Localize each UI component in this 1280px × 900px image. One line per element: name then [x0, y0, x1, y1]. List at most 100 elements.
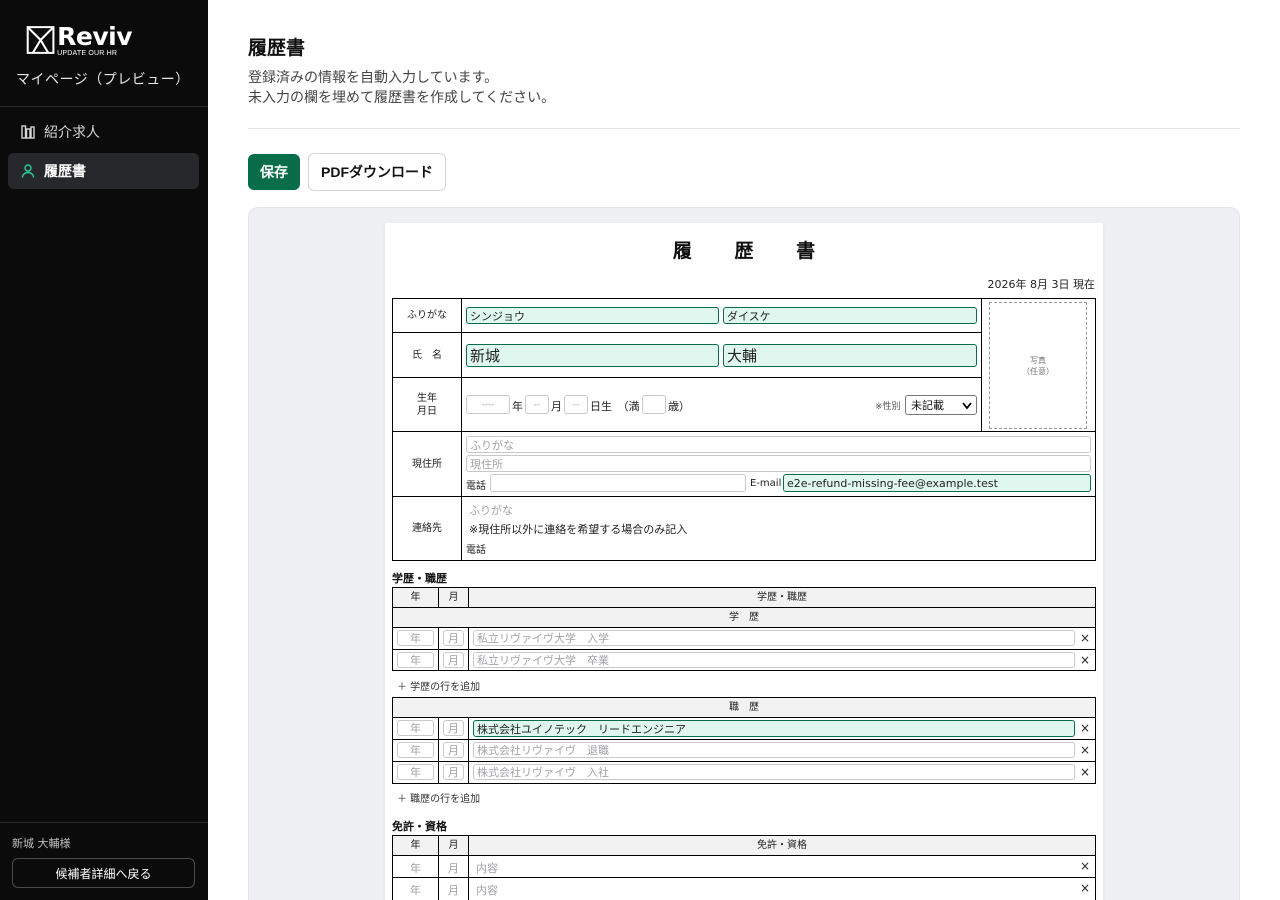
table-divider: [438, 717, 439, 784]
work-year-input[interactable]: 年: [397, 764, 434, 780]
work-content-input[interactable]: 株式会社ユイノテック リードエンジニア: [473, 720, 1075, 737]
birth-day-input[interactable]: --: [564, 395, 588, 414]
pdf-download-button[interactable]: PDFダウンロード: [308, 153, 446, 191]
birth-year-input[interactable]: ----: [466, 395, 510, 414]
furigana-last-input[interactable]: シンジョウ: [466, 307, 719, 324]
age-unit: 歳）: [668, 400, 690, 413]
work-year-input[interactable]: 年: [397, 720, 434, 736]
save-button[interactable]: 保存: [248, 154, 300, 190]
col-month: 月: [448, 592, 459, 603]
work-month-input[interactable]: 月: [443, 742, 464, 758]
user-name: 新城 大輔様: [12, 837, 71, 850]
table-divider: [392, 431, 1096, 432]
email-label: E-mail: [750, 478, 782, 489]
phone-input[interactable]: [490, 474, 746, 492]
work-month-input[interactable]: 月: [443, 764, 464, 780]
page-description: 登録済みの情報を自動入力しています。 未入力の欄を埋めて履歴書を作成してください…: [248, 68, 555, 108]
brand-tagline: UPDATE OUR HR: [57, 49, 118, 57]
back-to-candidate-button[interactable]: 候補者詳細へ戻る: [12, 858, 195, 888]
contact-furigana-input[interactable]: ふりがな: [469, 502, 513, 518]
table-divider: [392, 877, 1096, 878]
furigana-label: ふりがな: [407, 310, 447, 321]
work-content-input[interactable]: 株式会社リヴァイヴ 退職: [473, 742, 1075, 758]
table-divider: [981, 298, 982, 432]
remove-row-button[interactable]: ×: [1079, 743, 1091, 757]
remove-row-button[interactable]: ×: [1079, 859, 1091, 873]
brand-name: Reviv: [57, 21, 132, 51]
table-divider: [461, 298, 462, 561]
table-divider: [468, 627, 469, 671]
edu-content-input[interactable]: 私立リヴァイヴ大学 入学: [473, 630, 1075, 646]
license-content-input[interactable]: 内容: [476, 882, 498, 898]
photo-label: 写真: [1030, 355, 1046, 365]
table-divider: [392, 377, 982, 378]
edu-year-input[interactable]: 年: [397, 652, 434, 668]
license-month-input[interactable]: 月: [448, 860, 459, 876]
license-year-input[interactable]: 年: [410, 860, 421, 876]
name-label: 氏 名: [412, 349, 442, 361]
education-header: 学 歴: [729, 612, 759, 623]
gender-select[interactable]: 未記載: [905, 395, 977, 415]
license-month-input[interactable]: 月: [448, 882, 459, 898]
sidebar-title: マイページ（プレビュー）: [16, 72, 190, 88]
edu-month-input[interactable]: 月: [443, 652, 464, 668]
birth-month-unit: 月: [551, 400, 562, 413]
table-divider: [392, 717, 1096, 718]
work-content-input[interactable]: 株式会社リヴァイヴ 入社: [473, 764, 1075, 780]
phone-label: 電話: [466, 481, 486, 492]
add-work-row-button[interactable]: ＋ 職歴の行を追加: [397, 790, 480, 805]
edu-month-input[interactable]: 月: [443, 630, 464, 646]
remove-row-button[interactable]: ×: [1079, 881, 1091, 895]
remove-row-button[interactable]: ×: [1079, 765, 1091, 779]
furigana-first-input[interactable]: ダイスケ: [723, 307, 977, 324]
remove-row-button[interactable]: ×: [1079, 721, 1091, 735]
birth-month-input[interactable]: --: [525, 395, 549, 414]
license-year-input[interactable]: 年: [410, 882, 421, 898]
address-furigana-input[interactable]: ふりがな: [466, 436, 1091, 453]
user-icon: [21, 164, 35, 178]
contact-note: ※現住所以外に連絡を希望する場合のみ記入: [469, 523, 688, 536]
col-year: 年: [410, 840, 421, 851]
gender-select-value: 未記載: [911, 399, 944, 412]
email-input[interactable]: e2e-refund-missing-fee@example.test: [783, 474, 1091, 492]
table-divider: [438, 627, 439, 671]
first-name-input[interactable]: 大輔: [723, 344, 977, 367]
address-input[interactable]: 現住所: [466, 455, 1091, 472]
photo-placeholder[interactable]: 写真 （任意）: [989, 302, 1087, 429]
remove-row-button[interactable]: ×: [1079, 631, 1091, 645]
header-divider: [248, 128, 1240, 129]
sidebar-divider: [0, 106, 208, 107]
chevron-down-icon: [962, 402, 972, 410]
photo-optional-label: （任意）: [1022, 366, 1054, 376]
resume-title: 履 歴 書: [672, 240, 834, 262]
edu-year-input[interactable]: 年: [397, 630, 434, 646]
sidebar-item-jobs[interactable]: 紹介求人: [8, 114, 199, 150]
license-content-input[interactable]: 内容: [476, 860, 498, 876]
col-month: 月: [448, 840, 459, 851]
description-line-1: 登録済みの情報を自動入力しています。: [248, 70, 499, 86]
last-name-input[interactable]: 新城: [466, 344, 719, 367]
edu-content-input[interactable]: 私立リヴァイヴ大学 卒業: [473, 652, 1075, 668]
table-divider: [392, 739, 1096, 740]
add-education-row-button[interactable]: ＋ 学歴の行を追加: [397, 678, 480, 693]
age-input[interactable]: [642, 395, 666, 414]
description-line-2: 未入力の欄を埋めて履歴書を作成してください。: [248, 90, 556, 106]
gender-label: ※性別: [875, 402, 901, 412]
contact-phone-label: 電話: [466, 545, 486, 556]
work-year-input[interactable]: 年: [397, 742, 434, 758]
table-divider: [392, 761, 1096, 762]
table-divider: [392, 855, 1096, 856]
sidebar-item-resume[interactable]: 履歴書: [8, 153, 199, 189]
reviv-logo-icon: [26, 26, 55, 54]
brand-logo[interactable]: Reviv UPDATE OUR HR: [26, 22, 132, 58]
birthdate-label: 生年 月日: [393, 378, 461, 431]
work-month-input[interactable]: 月: [443, 720, 464, 736]
table-divider: [392, 496, 1096, 497]
birthdate-label-line1: 生年: [417, 392, 437, 404]
sidebar-item-label: 紹介求人: [44, 125, 100, 141]
history-section-title: 学歴・職歴: [392, 572, 447, 585]
remove-row-button[interactable]: ×: [1079, 653, 1091, 667]
address-label: 現住所: [412, 458, 442, 470]
table-divider: [392, 332, 982, 333]
birth-day-unit: 日生 （満: [590, 400, 640, 413]
